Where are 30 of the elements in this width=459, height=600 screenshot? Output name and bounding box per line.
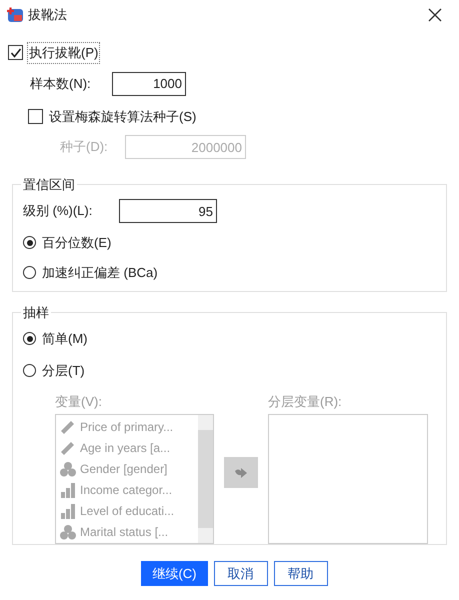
arrow-right-icon — [234, 466, 248, 479]
checkbox[interactable] — [28, 108, 43, 124]
list-label: 分层变量(R): — [268, 393, 343, 411]
bar-chart-icon — [60, 482, 76, 498]
radio-button[interactable] — [23, 266, 36, 279]
field-label: 样本数(N): — [30, 74, 92, 93]
list-label: 变量(V): — [55, 393, 103, 411]
radio-label: 简单(M) — [42, 330, 88, 348]
input-field[interactable]: 1000 — [112, 72, 186, 96]
field-label: 级别 (%)(L): — [23, 202, 94, 220]
three-balls-icon — [60, 461, 76, 477]
input-field[interactable]: 95 — [119, 199, 217, 223]
window-title: 拔靴法 — [28, 6, 67, 24]
ruler-icon — [60, 440, 76, 456]
radio-button[interactable] — [23, 236, 36, 250]
close-icon — [428, 8, 442, 22]
checkbox-label: 执行拔靴(P) — [27, 42, 100, 64]
field-label: 种子(D): — [60, 138, 109, 156]
radio-label: 加速纠正偏差 (BCa) — [42, 264, 158, 282]
checkbox-label: 设置梅森旋转算法种子(S) — [49, 108, 196, 126]
ruler-icon — [60, 419, 76, 435]
dialog-button[interactable]: 帮助 — [274, 561, 328, 586]
dialog-button[interactable]: 取消 — [214, 561, 268, 586]
dialog-button[interactable]: 继续(C) — [141, 561, 208, 586]
radio-label: 百分位数(E) — [42, 234, 112, 252]
app-icon — [6, 6, 24, 24]
three-balls-icon — [60, 524, 76, 540]
radio-label: 分层(T) — [42, 362, 85, 380]
bar-chart-icon — [60, 503, 76, 519]
checkbox[interactable] — [8, 45, 23, 60]
